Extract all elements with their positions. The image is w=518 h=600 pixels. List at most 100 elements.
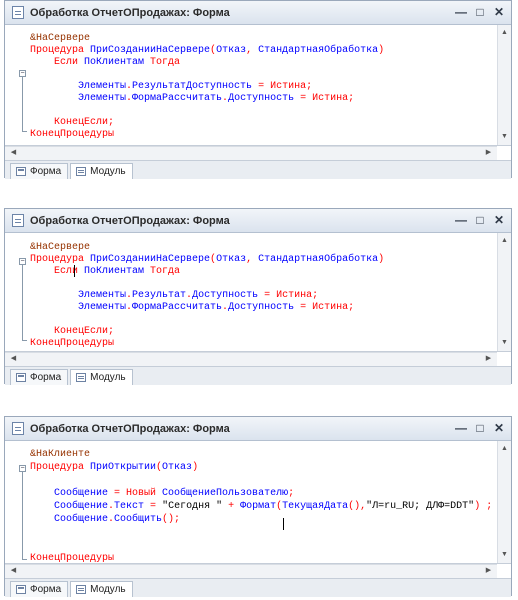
- code-line: Элементы.Результат.Доступность = Истина;: [30, 290, 318, 302]
- code-editor[interactable]: − &НаСервере Процедура ПриСозданииНаСерве…: [5, 25, 511, 146]
- scroll-up-icon[interactable]: ▲: [498, 443, 511, 455]
- form-tab-icon: [16, 167, 26, 176]
- scroll-left-icon[interactable]: ◀: [7, 565, 20, 577]
- maximize-button[interactable]: □: [472, 4, 488, 20]
- code-line: КонецПроцедуры: [30, 338, 114, 350]
- maximize-button[interactable]: □: [472, 420, 488, 436]
- module-tab-icon: [76, 167, 87, 176]
- fold-toggle-icon[interactable]: −: [19, 70, 26, 77]
- code-token: КонецЕсли;: [30, 117, 115, 128]
- code-token: ();: [162, 514, 181, 525]
- vertical-scrollbar[interactable]: ▲ ▼: [497, 233, 511, 351]
- tab-bar: Форма Модуль: [5, 578, 511, 597]
- scroll-down-icon[interactable]: ▼: [498, 549, 511, 561]
- code-token: ,: [246, 45, 259, 56]
- code-line: Если ПоКлиентам Тогда: [30, 266, 180, 278]
- minimize-button[interactable]: —: [453, 212, 469, 228]
- code-token: Истина: [312, 302, 349, 313]
- fold-toggle-icon[interactable]: −: [19, 258, 26, 265]
- code-token: ПриОткрытии: [90, 462, 157, 473]
- code-token: Тогда: [150, 57, 181, 68]
- code-token: =: [294, 93, 313, 104]
- code-token: Истина: [276, 290, 313, 301]
- code-line: Элементы.ФормаРассчитать.Доступность = И…: [30, 302, 354, 314]
- code-token: +: [222, 501, 241, 512]
- code-token: =: [144, 501, 163, 512]
- code-token: ПриСозданииНаСервере: [90, 254, 211, 265]
- code-token: Если: [30, 266, 85, 277]
- close-button[interactable]: ✕: [491, 420, 507, 436]
- code-line: &НаСервере: [30, 33, 90, 45]
- maximize-button[interactable]: □: [472, 212, 488, 228]
- scroll-down-icon[interactable]: ▼: [498, 131, 511, 143]
- code-token: ;: [288, 488, 295, 499]
- horizontal-scrollbar[interactable]: ◀ ▶: [5, 146, 497, 160]
- title-bar[interactable]: Обработка ОтчетОПродажах: Форма — □ ✕: [5, 417, 511, 441]
- scroll-down-icon[interactable]: ▼: [498, 337, 511, 349]
- code-token: ;: [306, 81, 313, 92]
- close-button[interactable]: ✕: [491, 4, 507, 20]
- fold-toggle-icon[interactable]: −: [19, 465, 26, 472]
- tab-form[interactable]: Форма: [10, 581, 69, 597]
- tab-form[interactable]: Форма: [10, 369, 69, 385]
- code-token: Отказ: [216, 254, 247, 265]
- text-caret: [74, 265, 75, 277]
- form-icon: [12, 6, 24, 19]
- scroll-right-icon[interactable]: ▶: [482, 353, 495, 365]
- vertical-scrollbar[interactable]: ▲ ▼: [497, 441, 511, 563]
- code-token: Элементы: [30, 93, 127, 104]
- code-token: ): [378, 45, 385, 56]
- editor-gutter: [5, 441, 19, 563]
- scroll-left-icon[interactable]: ◀: [7, 353, 20, 365]
- code-token: ): [378, 254, 385, 265]
- code-token: КонецЕсли;: [30, 326, 115, 337]
- code-token: ТекущаяДата: [282, 501, 349, 512]
- code-line: Процедура ПриСозданииНаСервере(Отказ, Ст…: [30, 45, 384, 57]
- code-token: Сообщение: [30, 501, 109, 512]
- code-token: СообщениеПользователю: [162, 488, 289, 499]
- scroll-up-icon[interactable]: ▲: [498, 27, 511, 39]
- title-bar[interactable]: Обработка ОтчетОПродажах: Форма — □ ✕: [5, 209, 511, 233]
- minimize-button[interactable]: —: [453, 420, 469, 436]
- code-token: =: [258, 290, 277, 301]
- tab-bar: Форма Модуль: [5, 366, 511, 385]
- code-editor[interactable]: − &НаКлиенте Процедура ПриОткрытии(Отказ)…: [5, 441, 511, 564]
- code-token: Отказ: [216, 45, 247, 56]
- window-title: Обработка ОтчетОПродажах: Форма: [30, 422, 230, 435]
- code-token: ;: [312, 290, 319, 301]
- code-token: Доступность: [192, 290, 259, 301]
- scroll-right-icon[interactable]: ▶: [482, 147, 495, 159]
- close-button[interactable]: ✕: [491, 212, 507, 228]
- code-editor[interactable]: − &НаСервере Процедура ПриСозданииНаСерве…: [5, 233, 511, 352]
- code-token: СтандартнаяОбработка: [258, 254, 379, 265]
- code-line: &НаСервере: [30, 242, 90, 254]
- tab-module[interactable]: Модуль: [70, 581, 133, 597]
- code-token: ПриСозданииНаСервере: [90, 45, 211, 56]
- code-token: Результат: [132, 290, 187, 301]
- title-bar[interactable]: Обработка ОтчетОПродажах: Форма — □ ✕: [5, 1, 511, 25]
- tab-form[interactable]: Форма: [10, 163, 69, 179]
- tab-module[interactable]: Модуль: [70, 163, 133, 179]
- code-token: Сообщение: [30, 514, 109, 525]
- code-token: Отказ: [162, 462, 193, 473]
- editor-gutter: [5, 233, 19, 351]
- code-token: ,: [246, 254, 259, 265]
- scroll-up-icon[interactable]: ▲: [498, 235, 511, 247]
- minimize-button[interactable]: —: [453, 4, 469, 20]
- code-token: Элементы: [30, 302, 127, 313]
- code-token: КонецПроцедуры: [30, 338, 115, 349]
- scroll-right-icon[interactable]: ▶: [482, 565, 495, 577]
- code-token: ФормаРассчитать: [132, 302, 223, 313]
- form-tab-icon: [16, 585, 26, 594]
- scroll-left-icon[interactable]: ◀: [7, 147, 20, 159]
- horizontal-scrollbar[interactable]: ◀ ▶: [5, 564, 497, 578]
- window-title: Обработка ОтчетОПродажах: Форма: [30, 214, 230, 227]
- form-icon: [12, 422, 24, 435]
- code-token: =: [294, 302, 313, 313]
- code-token: &НаСервере: [30, 33, 91, 44]
- code-token: Истина: [312, 93, 349, 104]
- code-token: Сообщение: [30, 488, 109, 499]
- horizontal-scrollbar[interactable]: ◀ ▶: [5, 352, 497, 366]
- tab-module[interactable]: Модуль: [70, 369, 133, 385]
- vertical-scrollbar[interactable]: ▲ ▼: [497, 25, 511, 145]
